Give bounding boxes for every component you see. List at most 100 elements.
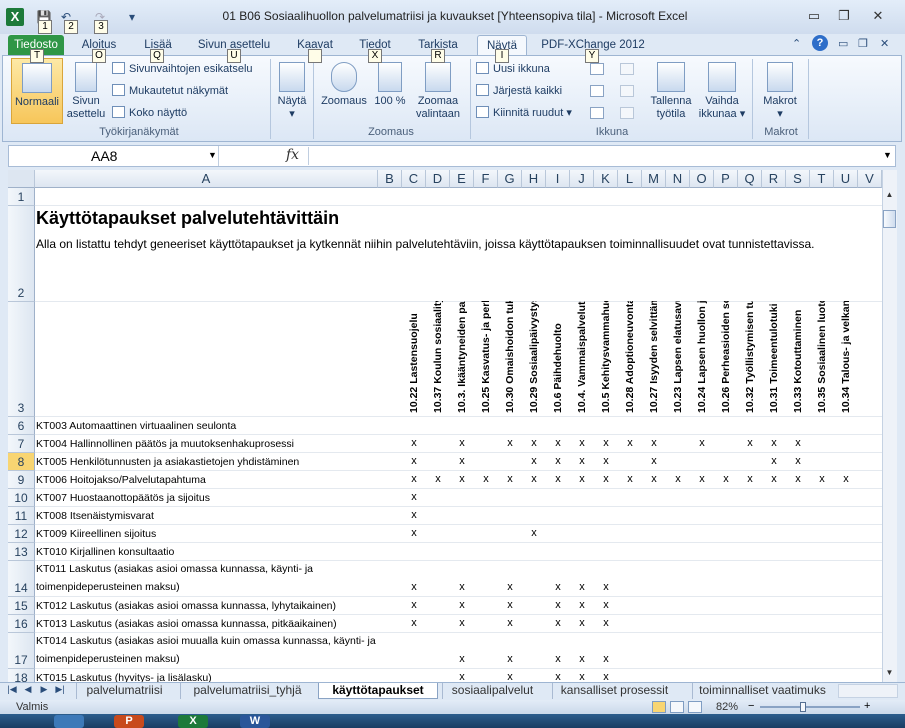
column-header-k[interactable]: K xyxy=(594,170,618,188)
matrix-mark[interactable]: x xyxy=(498,617,522,629)
matrix-mark[interactable]: x xyxy=(402,581,426,593)
use-case-label[interactable]: KT006 Hoitojakso/Palvelutapahtuma xyxy=(36,473,206,488)
column-header-s[interactable]: S xyxy=(786,170,810,188)
use-case-label[interactable]: KT007 Huostaanottopäätös ja sijoitus xyxy=(36,491,210,506)
matrix-mark[interactable]: x xyxy=(690,437,714,449)
view-side-by-side-icon[interactable] xyxy=(620,63,634,75)
matrix-mark[interactable]: x xyxy=(402,455,426,467)
vertical-scroll-thumb[interactable] xyxy=(883,210,896,228)
use-case-label[interactable]: KT012 Laskutus (asiakas asioi omassa kun… xyxy=(36,599,336,614)
name-box[interactable]: AA8 xyxy=(9,146,219,166)
matrix-mark[interactable]: x xyxy=(594,437,618,449)
taskbar-explorer-icon[interactable] xyxy=(54,715,84,728)
workbook-minimize-icon[interactable]: ▭ xyxy=(838,37,848,50)
sheet-tab-palvelumatriisi-tyhja[interactable]: palvelumatriisi_tyhjä xyxy=(180,683,314,699)
name-box-dropdown-icon[interactable]: ▼ xyxy=(208,150,217,160)
use-case-label[interactable]: KT008 Itsenäistymisvarat xyxy=(36,509,154,524)
column-header-n[interactable]: N xyxy=(666,170,690,188)
row-header-12[interactable]: 12 xyxy=(8,525,35,543)
scroll-down-arrow-icon[interactable]: ▼ xyxy=(883,668,896,677)
use-case-label[interactable]: KT015 Laskutus (hyvitys- ja lisälasku) xyxy=(36,671,212,682)
column-header-d[interactable]: D xyxy=(426,170,450,188)
zoom-button[interactable]: Zoomaus xyxy=(318,62,370,108)
matrix-mark[interactable]: x xyxy=(546,599,570,611)
matrix-mark[interactable]: x xyxy=(570,581,594,593)
sheet-tab-toiminnalliset-vaatimukset[interactable]: toiminnalliset vaatimuks xyxy=(692,683,832,699)
row-header-8[interactable]: 8 xyxy=(8,453,35,471)
sheet-tab-palvelumatriisi[interactable]: palvelumatriisi xyxy=(76,683,172,699)
matrix-mark[interactable]: x xyxy=(594,599,618,611)
matrix-mark[interactable]: x xyxy=(594,455,618,467)
matrix-mark[interactable]: x xyxy=(450,671,474,682)
minimize-button[interactable]: ▭ xyxy=(800,6,828,26)
prev-sheet-icon[interactable]: ◀ xyxy=(22,684,34,695)
use-case-label[interactable]: KT014 Laskutus (asiakas asioi muualla ku… xyxy=(36,634,376,649)
service-header-n[interactable]: 10.23 Lapsen elatusavu xyxy=(666,301,690,415)
help-icon[interactable]: ? xyxy=(812,35,828,51)
synchronous-scrolling-icon[interactable] xyxy=(620,85,634,97)
matrix-mark[interactable]: x xyxy=(594,671,618,682)
show-button[interactable]: Näytä ▾ xyxy=(274,62,310,121)
column-header-f[interactable]: F xyxy=(474,170,498,188)
service-header-e[interactable]: 10.3. Ikääntyneiden palvelut xyxy=(450,301,474,415)
column-header-h[interactable]: H xyxy=(522,170,546,188)
column-header-v[interactable]: V xyxy=(858,170,882,188)
column-header-j[interactable]: J xyxy=(570,170,594,188)
full-screen-button[interactable]: Koko näyttö xyxy=(112,105,187,123)
service-header-d[interactable]: 10.37 Koulun sosiaalityö xyxy=(426,301,450,415)
matrix-mark[interactable]: x xyxy=(714,473,738,485)
next-sheet-icon[interactable]: ▶ xyxy=(38,684,50,695)
formula-input[interactable] xyxy=(308,147,878,165)
use-case-label[interactable]: KT009 Kiireellinen sijoitus xyxy=(36,527,156,542)
insert-function-icon[interactable]: fx xyxy=(286,147,299,163)
service-header-m[interactable]: 10.27 Isyyden selvittäminen xyxy=(642,301,666,415)
matrix-mark[interactable]: x xyxy=(426,473,450,485)
sheet-tab-sosiaalipalvelut[interactable]: sosiaalipalvelut xyxy=(442,683,542,699)
matrix-mark[interactable]: x xyxy=(570,437,594,449)
matrix-mark[interactable]: x xyxy=(738,437,762,449)
use-case-label[interactable]: KT013 Laskutus (asiakas asioi omassa kun… xyxy=(36,617,337,632)
use-case-label[interactable]: KT011 Laskutus (asiakas asioi omassa kun… xyxy=(36,562,313,577)
taskbar-excel-icon[interactable]: X xyxy=(178,715,208,728)
page-layout-status-icon[interactable] xyxy=(670,701,684,713)
save-workspace-button[interactable]: Tallenna työtila xyxy=(648,62,694,121)
vertical-scrollbar[interactable] xyxy=(882,170,897,682)
matrix-mark[interactable]: x xyxy=(546,653,570,665)
close-button[interactable]: ✕ xyxy=(864,6,892,26)
switch-windows-button[interactable]: Vaihda ikkunaa ▾ xyxy=(696,62,748,121)
matrix-mark[interactable]: x xyxy=(786,455,810,467)
hide-icon[interactable] xyxy=(590,85,604,97)
matrix-mark[interactable]: x xyxy=(594,581,618,593)
workbook-close-icon[interactable]: ✕ xyxy=(880,37,889,50)
matrix-mark[interactable]: x xyxy=(450,617,474,629)
matrix-mark[interactable]: x xyxy=(546,455,570,467)
row-header-13[interactable]: 13 xyxy=(8,543,35,561)
column-header-m[interactable]: M xyxy=(642,170,666,188)
column-header-r[interactable]: R xyxy=(762,170,786,188)
matrix-mark[interactable]: x xyxy=(810,473,834,485)
matrix-mark[interactable]: x xyxy=(450,653,474,665)
macros-button[interactable]: Makrot ▾ xyxy=(758,62,802,121)
matrix-mark[interactable]: x xyxy=(570,671,594,682)
column-header-g[interactable]: G xyxy=(498,170,522,188)
matrix-mark[interactable]: x xyxy=(522,473,546,485)
arrange-all-button[interactable]: Järjestä kaikki xyxy=(476,83,562,101)
use-case-label[interactable]: KT004 Hallinnollinen päätös ja muutoksen… xyxy=(36,437,294,452)
use-case-label[interactable]: KT010 Kirjallinen konsultaatio xyxy=(36,545,174,560)
unhide-icon[interactable] xyxy=(590,107,604,119)
matrix-mark[interactable]: x xyxy=(618,437,642,449)
column-header-l[interactable]: L xyxy=(618,170,642,188)
service-header-g[interactable]: 10.30 Omaishoidon tuki xyxy=(498,301,522,415)
split-icon[interactable] xyxy=(590,63,604,75)
service-header-p[interactable]: 10.26 Perheasioiden sovittelu xyxy=(714,301,738,415)
excel-app-icon[interactable]: X xyxy=(6,8,24,26)
new-window-button[interactable]: Uusi ikkuna xyxy=(476,61,550,79)
zoom-in-icon[interactable]: + xyxy=(864,700,870,712)
row-header-6[interactable]: 6 xyxy=(8,417,35,435)
sheet-tab-kayttotapaukset[interactable]: käyttötapaukset xyxy=(318,683,438,699)
scroll-up-arrow-icon[interactable]: ▲ xyxy=(883,190,896,199)
sheet-title[interactable]: Käyttötapaukset palvelutehtävittäin xyxy=(36,208,339,229)
matrix-mark[interactable]: x xyxy=(642,473,666,485)
matrix-mark[interactable]: x xyxy=(570,653,594,665)
matrix-mark[interactable]: x xyxy=(498,671,522,682)
